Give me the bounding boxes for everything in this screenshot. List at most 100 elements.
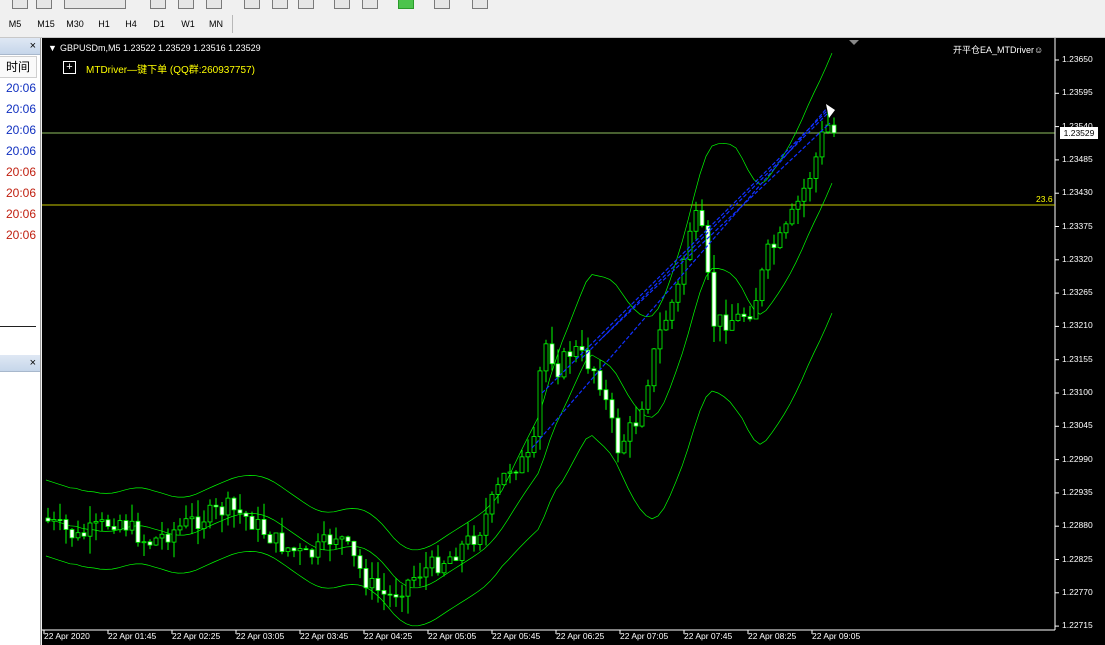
time-list-item[interactable]: 20:06: [0, 78, 40, 99]
tf-mn[interactable]: MN: [203, 16, 229, 32]
candle-body: [663, 319, 669, 331]
candle-body: [831, 124, 837, 134]
candle-body: [75, 532, 81, 539]
candle-body: [441, 563, 447, 574]
candle-body: [675, 283, 681, 303]
candle-body: [171, 529, 177, 543]
toolbar-icon[interactable]: [334, 0, 350, 9]
time-list-item[interactable]: 20:06: [0, 183, 40, 204]
ea-name: 开平仓EA_MTDriver☺: [953, 45, 1044, 55]
close-icon[interactable]: ×: [30, 355, 36, 371]
candle-body: [693, 210, 699, 232]
candle-body: [333, 538, 339, 545]
price-axis-label: 1.22825: [1062, 553, 1093, 564]
tf-m30[interactable]: M30: [61, 16, 89, 32]
price-axis-label: 1.22880: [1062, 520, 1093, 531]
toolbar-icon[interactable]: [36, 0, 52, 9]
candle-body: [405, 579, 411, 597]
time-column-header[interactable]: 时间: [0, 56, 37, 78]
candle-body: [273, 532, 279, 544]
candle-body: [567, 351, 573, 357]
candle-body: [651, 348, 657, 387]
tf-w1[interactable]: W1: [175, 16, 201, 32]
price-axis-label: 1.23595: [1062, 87, 1093, 98]
candle-body: [261, 519, 267, 535]
candle-body: [105, 519, 111, 527]
candle-body: [135, 520, 141, 543]
time-list-item[interactable]: 20:06: [0, 204, 40, 225]
candle-body: [51, 519, 57, 522]
candle-body: [819, 131, 825, 158]
candle-body: [591, 368, 597, 372]
chart-menu-arrow-icon[interactable]: ▼: [48, 43, 57, 53]
candle-body: [285, 547, 291, 553]
candle-body: [603, 389, 609, 401]
trend-line: [531, 107, 828, 449]
time-axis-label: 22 Apr 05:45: [492, 631, 541, 641]
candle-body: [57, 519, 63, 521]
candle-body: [543, 343, 549, 372]
ea-label: MTDriver—键下单 (QQ群:260937757): [86, 65, 255, 76]
toolbar-icon[interactable]: [64, 0, 126, 9]
candle-body: [99, 519, 105, 522]
price-chart[interactable]: [42, 38, 1105, 645]
candle-body: [645, 385, 651, 410]
candle-body: [255, 519, 261, 530]
toolbar-icon[interactable]: [362, 0, 378, 9]
price-axis-label: 1.23650: [1062, 54, 1093, 64]
time-list-item[interactable]: 20:06: [0, 120, 40, 141]
time-axis-label: 22 Apr 2020: [44, 631, 90, 641]
tf-d1[interactable]: D1: [147, 16, 171, 32]
scroll-marker: [849, 40, 859, 45]
time-axis-label: 22 Apr 07:05: [620, 631, 669, 641]
toolbar-icon[interactable]: [272, 0, 288, 9]
tf-h1[interactable]: H1: [92, 16, 116, 32]
price-axis-label: 1.23210: [1062, 320, 1093, 331]
candle-body: [519, 456, 525, 474]
toolbar-icon[interactable]: [398, 0, 414, 9]
expand-plus-button[interactable]: +: [63, 61, 76, 74]
cursor-arrow-icon: [826, 104, 835, 118]
price-axis-label: 1.23430: [1062, 187, 1093, 198]
candle-body: [525, 452, 531, 458]
candle-body: [63, 519, 69, 530]
candle-body: [327, 534, 333, 545]
toolbar-icon[interactable]: [150, 0, 166, 9]
candle-body: [783, 223, 789, 234]
time-list-item[interactable]: 20:06: [0, 141, 40, 162]
candle-body: [291, 547, 297, 552]
chart-window[interactable]: ▼ GBPUSDm,M5 1.23522 1.23529 1.23516 1.2…: [42, 38, 1105, 645]
candle-body: [711, 271, 717, 327]
candle-body: [279, 532, 285, 553]
toolbar-icon[interactable]: [206, 0, 222, 9]
candle-body: [741, 313, 747, 318]
time-axis-label: 22 Apr 03:45: [300, 631, 349, 641]
navigator-panel: × 时间 20:06 20:06 20:06 20:06 20:06 20:06 20:06…: [0, 38, 41, 645]
candle-body: [381, 590, 387, 595]
tf-m15[interactable]: M15: [32, 16, 60, 32]
candle-body: [87, 522, 93, 537]
toolbar-icon[interactable]: [472, 0, 488, 9]
candle-body: [531, 436, 537, 453]
time-list-item[interactable]: 20:06: [0, 162, 40, 183]
time-list-item[interactable]: 20:06: [0, 99, 40, 120]
tf-h4[interactable]: H4: [119, 16, 143, 32]
toolbar-icon[interactable]: [244, 0, 260, 9]
close-icon[interactable]: ×: [30, 38, 36, 54]
panel-divider: [0, 326, 36, 327]
toolbar-icon[interactable]: [12, 0, 28, 9]
toolbar-icon[interactable]: [298, 0, 314, 9]
candle-body: [735, 313, 741, 322]
toolbar-icon[interactable]: [434, 0, 450, 9]
candle-body: [45, 517, 51, 522]
panel-header: ×: [0, 38, 40, 55]
candle-body: [513, 471, 519, 474]
candle-body: [123, 520, 129, 531]
candle-body: [267, 534, 273, 544]
candle-body: [747, 316, 753, 320]
candle-body: [813, 156, 819, 179]
tf-m5[interactable]: M5: [4, 16, 26, 32]
candle-body: [351, 540, 357, 557]
toolbar-icon[interactable]: [178, 0, 194, 9]
time-list-item[interactable]: 20:06: [0, 225, 40, 246]
